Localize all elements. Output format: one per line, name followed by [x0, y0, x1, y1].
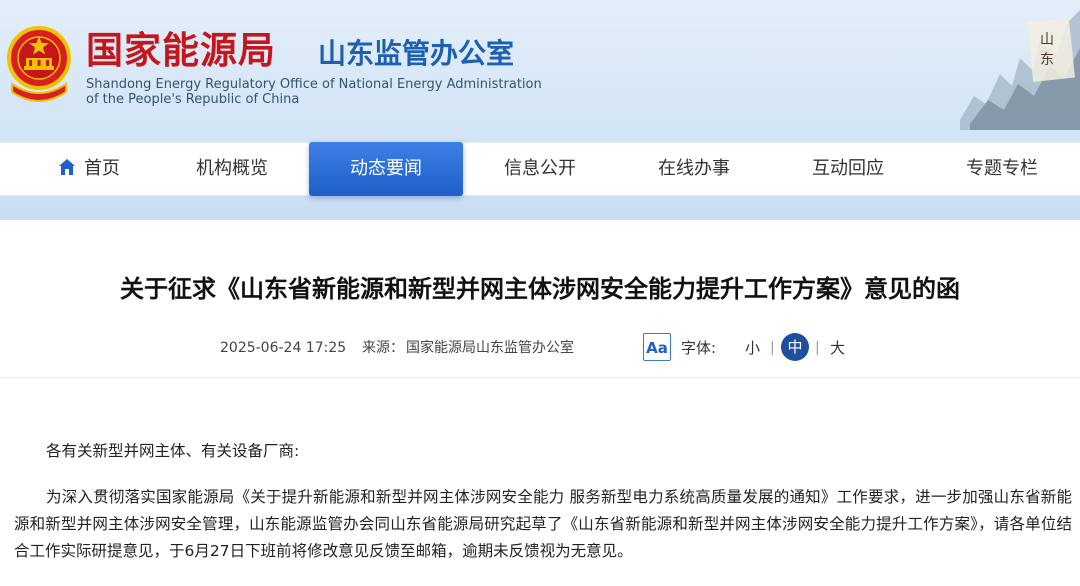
nav-item-online-services[interactable]: 在线办事	[617, 143, 771, 195]
font-size-label: 字体:	[681, 339, 717, 357]
article: 关于征求《山东省新能源和新型并网主体涉网安全能力提升工作方案》意见的函 2025…	[0, 221, 1080, 586]
font-size-icon: Aa	[643, 333, 671, 361]
nav-item-label: 首页	[84, 158, 120, 179]
font-size-separator: |	[770, 340, 775, 356]
source-label: 来源：	[362, 340, 404, 356]
mountain-decoration-icon: 山 东	[960, 10, 1080, 130]
site-header: 国家能源局 山东监管办公室 Shandong Energy Regulatory…	[0, 0, 1080, 220]
article-greeting: 各有关新型并网主体、有关设备厂商:	[46, 442, 300, 460]
source-name: 国家能源局山东监管办公室	[406, 340, 574, 356]
nav-item-overview[interactable]: 机构概览	[155, 143, 309, 195]
font-size-large-button[interactable]: 大	[830, 337, 845, 359]
publish-date: 2025-06-24 17:25	[220, 340, 347, 356]
font-size-separator: |	[815, 340, 820, 356]
org-name-en-line1: Shandong Energy Regulatory Office of Nat…	[86, 77, 542, 92]
office-name-cn: 山东监管办公室	[318, 37, 515, 70]
font-size-small-button[interactable]: 小	[745, 337, 760, 359]
nav-item-disclosure[interactable]: 信息公开	[463, 143, 617, 195]
org-name-cn: 国家能源局	[86, 29, 276, 72]
nav-item-news[interactable]: 动态要闻	[309, 142, 463, 196]
national-emblem-icon	[7, 26, 71, 102]
nav-item-home[interactable]: 首页	[12, 143, 166, 195]
nav-item-interaction[interactable]: 互动回应	[771, 143, 925, 195]
svg-text:山: 山	[1040, 32, 1054, 48]
svg-text:东: 东	[1040, 52, 1054, 68]
font-size-medium-button[interactable]: 中	[781, 333, 809, 361]
article-body-paragraph: 为深入贯彻落实国家能源局《关于提升新能源和新型并网主体涉网安全能力 服务新型电力…	[14, 488, 1072, 560]
main-nav: 首页 机构概览 动态要闻 信息公开 在线办事 互动回应 专题专栏	[0, 142, 1080, 196]
article-title: 关于征求《山东省新能源和新型并网主体涉网安全能力提升工作方案》意见的函	[120, 275, 960, 303]
org-name-en-line2: of the People's Republic of China	[86, 92, 300, 107]
divider	[0, 377, 1080, 378]
home-icon	[59, 159, 75, 175]
nav-item-topics[interactable]: 专题专栏	[925, 143, 1079, 195]
